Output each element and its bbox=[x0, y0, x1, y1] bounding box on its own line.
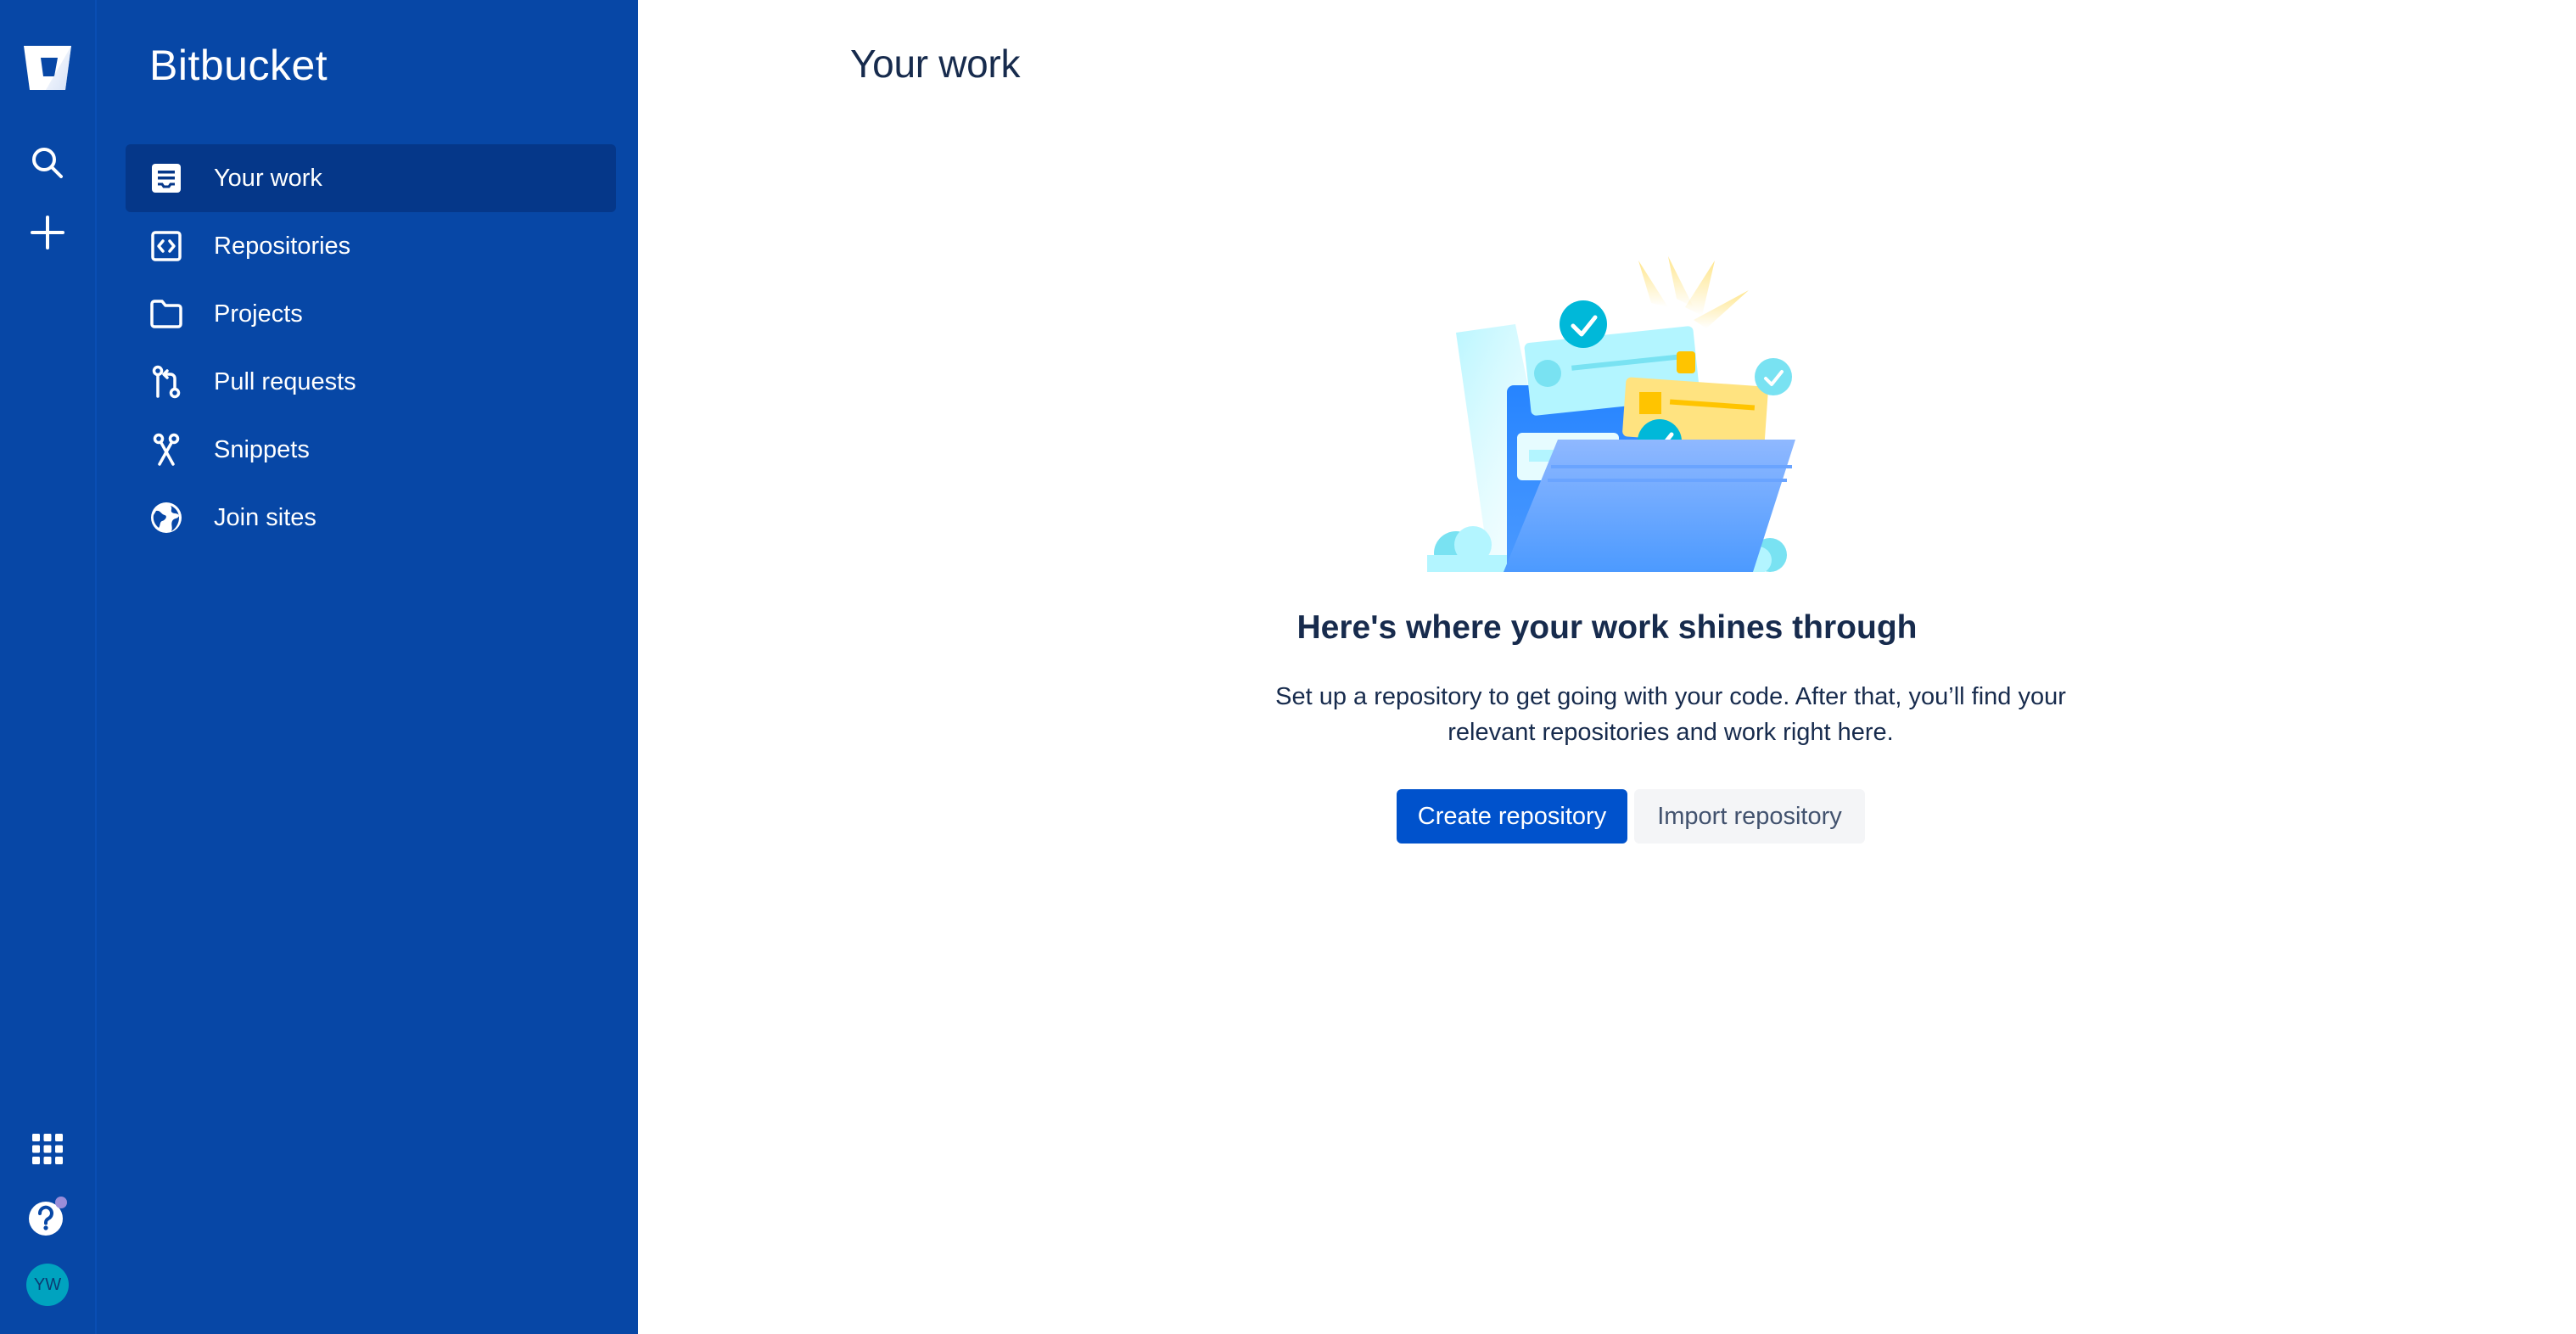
sidebar-item-snippets[interactable]: Snippets bbox=[126, 416, 616, 484]
sidebar-item-your-work[interactable]: Your work bbox=[126, 144, 616, 212]
app-switcher-icon bbox=[32, 1134, 63, 1164]
avatar: YW bbox=[26, 1264, 69, 1306]
bitbucket-logo[interactable] bbox=[15, 36, 80, 100]
empty-state-actions: Create repository Import repository bbox=[1397, 789, 1865, 844]
import-repository-button[interactable]: Import repository bbox=[1634, 789, 1865, 844]
sidebar-item-label: Pull requests bbox=[214, 368, 356, 395]
sidebar-item-label: Snippets bbox=[214, 436, 310, 463]
search-icon bbox=[32, 148, 63, 178]
empty-state-description: Set up a repository to get going with yo… bbox=[1275, 683, 2066, 746]
empty-state-heading: Here's where your work shines through bbox=[1296, 609, 1918, 646]
repositories-icon bbox=[149, 229, 183, 263]
globe-icon bbox=[149, 501, 183, 535]
sidebar-item-projects[interactable]: Projects bbox=[126, 280, 616, 348]
app-switcher-button[interactable] bbox=[15, 1117, 80, 1181]
search-button[interactable] bbox=[15, 131, 80, 195]
product-title: Bitbucket bbox=[149, 42, 328, 89]
create-repository-button[interactable]: Create repository bbox=[1397, 789, 1627, 844]
plus-icon bbox=[31, 216, 64, 249]
profile-button[interactable]: YW bbox=[15, 1253, 80, 1317]
sidebar-item-repositories[interactable]: Repositories bbox=[126, 212, 616, 280]
pull-request-icon bbox=[149, 365, 183, 399]
main-content: Your work Here's where your work shines … bbox=[638, 0, 2576, 1334]
empty-state-illustration bbox=[1422, 256, 1795, 575]
avatar-initials: YW bbox=[33, 1275, 62, 1294]
product-sidebar: Bitbucket Your work Repositories Project… bbox=[95, 0, 638, 1334]
sidebar-item-join-sites[interactable]: Join sites bbox=[126, 484, 616, 552]
sidebar-item-label: Projects bbox=[214, 300, 303, 328]
global-navigation: YW bbox=[0, 0, 95, 1334]
sidebar-nav: Your work Repositories Projects Pull req… bbox=[126, 144, 616, 552]
sidebar-item-label: Join sites bbox=[214, 504, 316, 531]
sidebar-item-label: Your work bbox=[214, 165, 322, 192]
create-button[interactable] bbox=[15, 200, 80, 265]
bitbucket-logo-icon bbox=[24, 46, 71, 90]
sidebar-item-pull-requests[interactable]: Pull requests bbox=[126, 348, 616, 416]
scissors-icon bbox=[149, 433, 183, 467]
page-title: Your work bbox=[850, 42, 1021, 86]
help-icon bbox=[29, 1197, 67, 1236]
notification-dot bbox=[55, 1197, 67, 1208]
folder-icon bbox=[149, 297, 183, 331]
sidebar-item-label: Repositories bbox=[214, 233, 351, 260]
help-button[interactable] bbox=[15, 1185, 80, 1249]
your-work-icon bbox=[149, 161, 183, 195]
